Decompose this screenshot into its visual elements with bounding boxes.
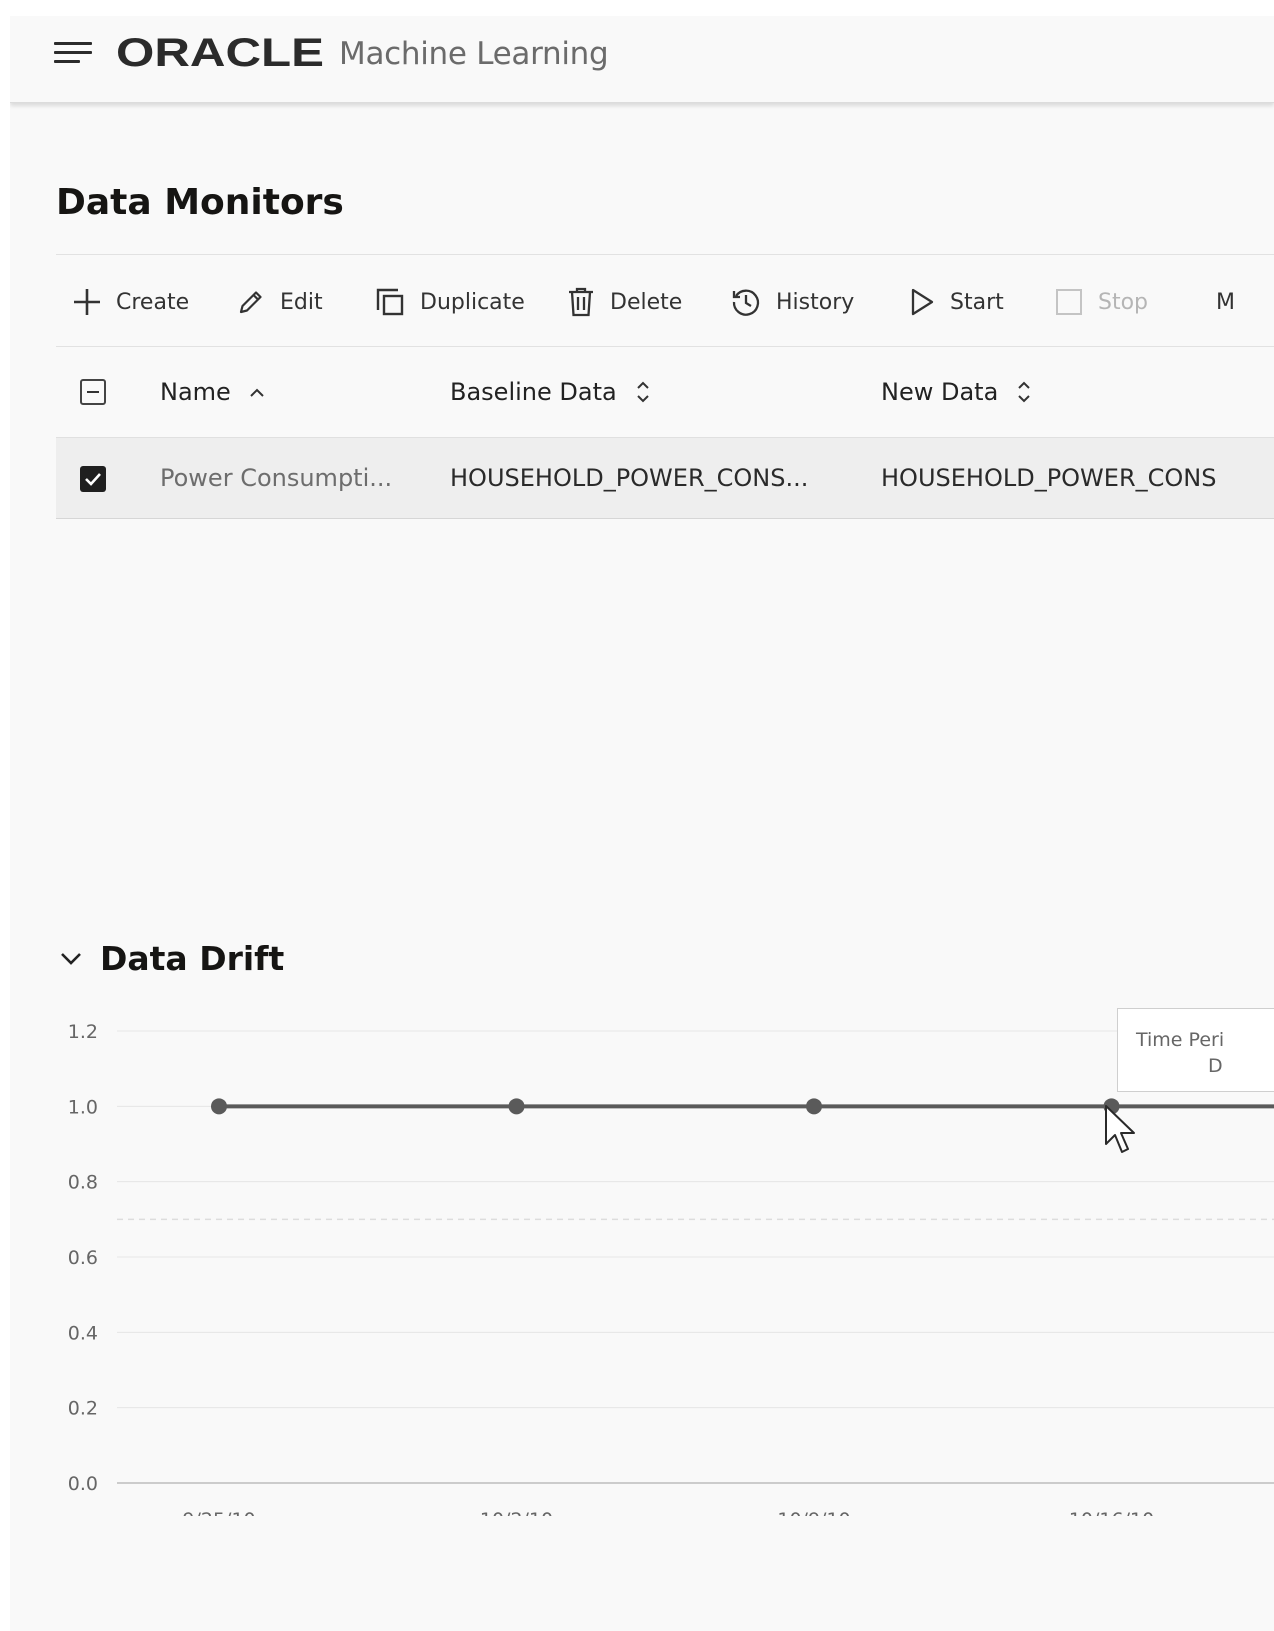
- table-row[interactable]: Power Consumpti... HOUSEHOLD_POWER_CONS.…: [56, 437, 1274, 519]
- column-label: Name: [160, 378, 231, 406]
- more-button[interactable]: M: [1216, 282, 1235, 322]
- x-tick-label: 10/16/10: [1069, 1509, 1154, 1516]
- y-tick-label: 0.2: [68, 1398, 98, 1420]
- start-label: Start: [950, 289, 1004, 315]
- toolbar: Create Edit Duplicate Delete History Sta…: [56, 282, 1274, 322]
- row-baseline-data: HOUSEHOLD_POWER_CONS...: [450, 464, 809, 492]
- stop-label: Stop: [1098, 289, 1149, 315]
- create-label: Create: [116, 289, 190, 315]
- play-icon: [911, 288, 934, 316]
- column-header-baseline-data[interactable]: Baseline Data: [450, 376, 651, 408]
- data-drift-section-header[interactable]: Data Drift: [56, 936, 284, 980]
- duplicate-icon: [376, 288, 404, 316]
- data-point: [211, 1098, 227, 1115]
- delete-button[interactable]: Delete: [566, 282, 682, 322]
- checkmark-icon: [85, 473, 101, 486]
- row-new-data: HOUSEHOLD_POWER_CONS: [881, 464, 1217, 492]
- start-button[interactable]: Start: [908, 282, 1004, 322]
- plus-icon: [74, 289, 100, 315]
- menu-icon[interactable]: [54, 42, 94, 72]
- y-tick-label: 1.0: [68, 1096, 98, 1118]
- mouse-cursor-icon: [1105, 1105, 1135, 1153]
- section-title: Data Drift: [100, 938, 285, 978]
- duplicate-button[interactable]: Duplicate: [374, 282, 525, 322]
- duplicate-label: Duplicate: [420, 289, 525, 315]
- tooltip-line-1: Time Peri: [1136, 1029, 1225, 1051]
- x-tick-label: 10/2/10: [480, 1509, 553, 1516]
- divider: [56, 254, 1274, 255]
- column-header-new-data[interactable]: New Data: [881, 376, 1032, 408]
- page-title: Data Monitors: [56, 182, 344, 223]
- column-label: New Data: [881, 378, 999, 406]
- edit-button[interactable]: Edit: [236, 282, 323, 322]
- delete-label: Delete: [610, 289, 683, 315]
- create-button[interactable]: Create: [72, 282, 189, 322]
- data-drift-chart: 1.2 1.0 0.8 0.6 0.4 0.2 0.0 9/25/10 10/2/10 10/9/…: [68, 1021, 1274, 1516]
- app-header: ORACLE Machine Learning: [10, 16, 1274, 103]
- svg-text:ORACLE: ORACLE: [116, 34, 324, 74]
- history-label: History: [776, 289, 855, 315]
- y-tick-label: 0.0: [68, 1473, 98, 1495]
- data-point: [508, 1098, 525, 1115]
- y-tick-label: 0.4: [68, 1322, 98, 1344]
- x-tick-label: 9/25/10: [182, 1509, 255, 1516]
- table-header: Name Baseline Data New Data: [56, 348, 1274, 436]
- sort-icon: [636, 381, 649, 403]
- stop-button[interactable]: Stop: [1054, 282, 1148, 322]
- y-tick-label: 0.8: [68, 1172, 98, 1194]
- column-label: Baseline Data: [450, 378, 617, 406]
- data-point: [806, 1098, 822, 1115]
- row-checkbox[interactable]: [80, 466, 106, 492]
- sort-icon: [1018, 381, 1030, 403]
- more-label: M: [1216, 289, 1235, 315]
- chart-tooltip: Time Peri D: [1117, 1008, 1274, 1092]
- chevron-down-icon[interactable]: [56, 943, 86, 973]
- history-icon: [732, 289, 760, 316]
- row-name[interactable]: Power Consumpti...: [160, 462, 430, 494]
- app-frame: ORACLE Machine Learning Data Monitors Cr…: [10, 16, 1274, 1631]
- tooltip-line-2: D: [1208, 1055, 1223, 1077]
- pencil-icon: [239, 291, 262, 314]
- divider: [56, 346, 1274, 347]
- x-tick-label: 10/9/10: [777, 1509, 850, 1516]
- sort-ascending-icon: [250, 388, 264, 397]
- column-header-name[interactable]: Name: [160, 376, 265, 408]
- trash-icon: [569, 287, 593, 317]
- select-all-checkbox[interactable]: [80, 379, 106, 405]
- minus-icon: [87, 391, 99, 393]
- y-tick-label: 1.2: [68, 1021, 98, 1043]
- product-name: Machine Learning: [339, 36, 609, 72]
- stop-icon: [1056, 289, 1082, 315]
- edit-label: Edit: [280, 289, 323, 315]
- y-tick-label: 0.6: [68, 1247, 98, 1269]
- history-button[interactable]: History: [730, 282, 854, 322]
- oracle-logo: ORACLE: [116, 34, 328, 74]
